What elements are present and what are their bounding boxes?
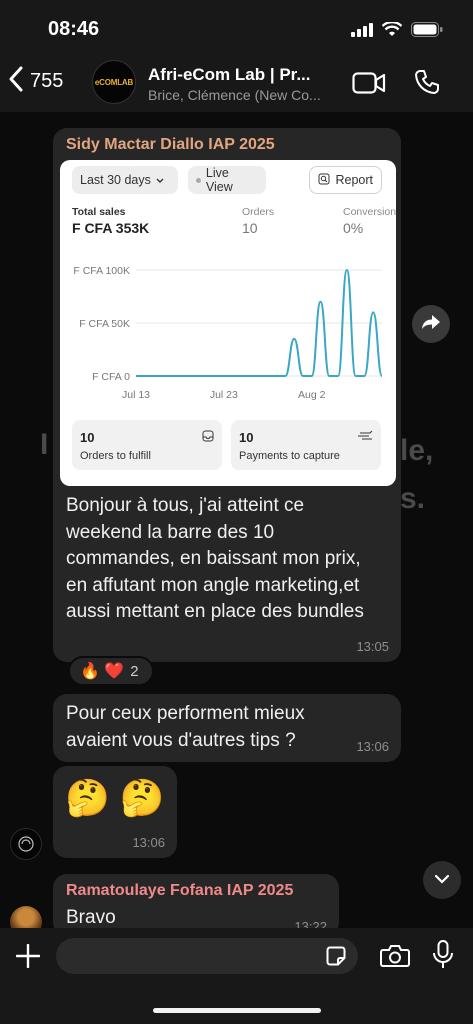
chart-x-tick-label: Aug 2	[298, 389, 326, 401]
message-time: 13:05	[356, 639, 389, 654]
background-text-right-top: le,	[400, 434, 434, 467]
status-time: 08:46	[48, 18, 100, 40]
metric-label-orders: Orders	[242, 206, 275, 218]
message-time: 13:06	[356, 739, 389, 754]
reaction-emojis: 🔥 ❤️	[80, 663, 125, 680]
signal-icon	[351, 22, 373, 42]
metric-value-conversion: 0%	[343, 220, 364, 236]
sales-chart: F CFA 0 F CFA 50K F CFA 100K Jul 13 Jul 23 Au…	[73, 265, 383, 401]
message-bubble-3[interactable]: 🤔 🤔 13:06	[53, 766, 177, 858]
report-label: Report	[335, 173, 373, 187]
message-text: Bonjour à tous, j'ai atteint ce weekend …	[66, 495, 364, 622]
chart-x-tick-label: Jul 13	[122, 389, 150, 401]
forward-arrow-icon	[421, 314, 441, 335]
group-avatar[interactable]: eCOMLAB	[92, 60, 136, 104]
live-view-label: Live View	[205, 166, 233, 194]
sender-avatar[interactable]	[10, 828, 42, 860]
scroll-down-button[interactable]	[423, 861, 461, 899]
message-reactions[interactable]: 🔥 ❤️ 2	[68, 656, 154, 686]
chart-y-tick-label: F CFA 100K	[73, 265, 130, 277]
group-members[interactable]: Brice, Clémence (New Co...	[148, 87, 321, 103]
report-icon	[318, 173, 330, 188]
message-text: Pour ceux performent mieux avaient vous …	[66, 703, 305, 751]
message-time: 13:06	[132, 835, 165, 850]
orders-to-fulfill-label: Orders to fulfill	[80, 450, 151, 462]
status-bar: 08:46	[0, 0, 473, 60]
group-title[interactable]: Afri-eCom Lab | Pr...	[148, 65, 311, 85]
forward-button[interactable]	[412, 305, 450, 343]
metric-label-total-sales: Total sales	[72, 206, 126, 218]
message-bubble-4[interactable]: Ramatoulaye Fofana IAP 2025 Bravo 13:22	[53, 874, 339, 936]
metric-value-total-sales: F CFA 353K	[72, 220, 150, 236]
orders-to-fulfill-card: 10 Orders to fulfill	[72, 420, 222, 470]
wifi-icon	[381, 20, 403, 42]
unread-count: 755	[30, 70, 64, 92]
home-indicator	[153, 1008, 321, 1013]
status-icons	[351, 20, 443, 42]
message-emojis: 🤔 🤔	[65, 777, 165, 818]
message-input[interactable]	[56, 938, 358, 974]
live-view-chip: Live View	[188, 166, 266, 194]
message-sender[interactable]: Sidy Mactar Diallo IAP 2025	[66, 136, 275, 154]
cash-icon	[357, 429, 373, 447]
chevron-down-icon	[434, 871, 450, 889]
message-bubble-2[interactable]: Pour ceux performent mieux avaient vous …	[53, 694, 401, 762]
background-text-left: I	[40, 428, 49, 461]
chevron-down-icon	[156, 173, 164, 187]
microphone-icon[interactable]	[432, 940, 454, 975]
phone-call-icon[interactable]	[414, 69, 440, 100]
message-sender[interactable]: Ramatoulaye Fofana IAP 2025	[66, 882, 293, 900]
payments-to-capture-card: 10 Payments to capture	[231, 420, 381, 470]
live-dot-icon	[196, 177, 201, 183]
reaction-count: 2	[130, 662, 139, 680]
battery-icon	[411, 22, 443, 42]
chevron-left-icon	[8, 66, 24, 97]
camera-icon[interactable]	[380, 944, 410, 973]
background-text-right-bottom: s.	[400, 482, 426, 515]
chart-x-tick-label: Jul 23	[210, 389, 238, 401]
chart-y-tick-label: F CFA 0	[92, 371, 130, 383]
payments-to-capture-label: Payments to capture	[239, 450, 340, 462]
date-range-label: Last 30 days	[80, 173, 151, 187]
message-composer	[0, 928, 473, 1024]
avatar-logo-icon	[18, 836, 34, 852]
orders-to-fulfill-count: 10	[80, 430, 95, 445]
date-range-chip: Last 30 days	[72, 166, 178, 194]
payments-to-capture-count: 10	[239, 430, 254, 445]
chart-y-tick-label: F CFA 50K	[79, 318, 130, 330]
sticker-icon[interactable]	[326, 946, 346, 971]
chat-header: 755 eCOMLAB Afri-eCom Lab | Pr... Brice,…	[0, 56, 473, 112]
metric-label-conversion: Conversion	[343, 206, 396, 218]
metric-value-orders: 10	[242, 220, 258, 236]
report-button: Report	[309, 166, 382, 194]
inbox-icon	[202, 429, 214, 447]
plus-icon[interactable]	[15, 943, 41, 973]
back-button[interactable]: 755	[8, 66, 63, 97]
shared-image[interactable]: Last 30 days Live View Report Total sale…	[60, 160, 396, 486]
video-call-icon[interactable]	[352, 72, 386, 99]
